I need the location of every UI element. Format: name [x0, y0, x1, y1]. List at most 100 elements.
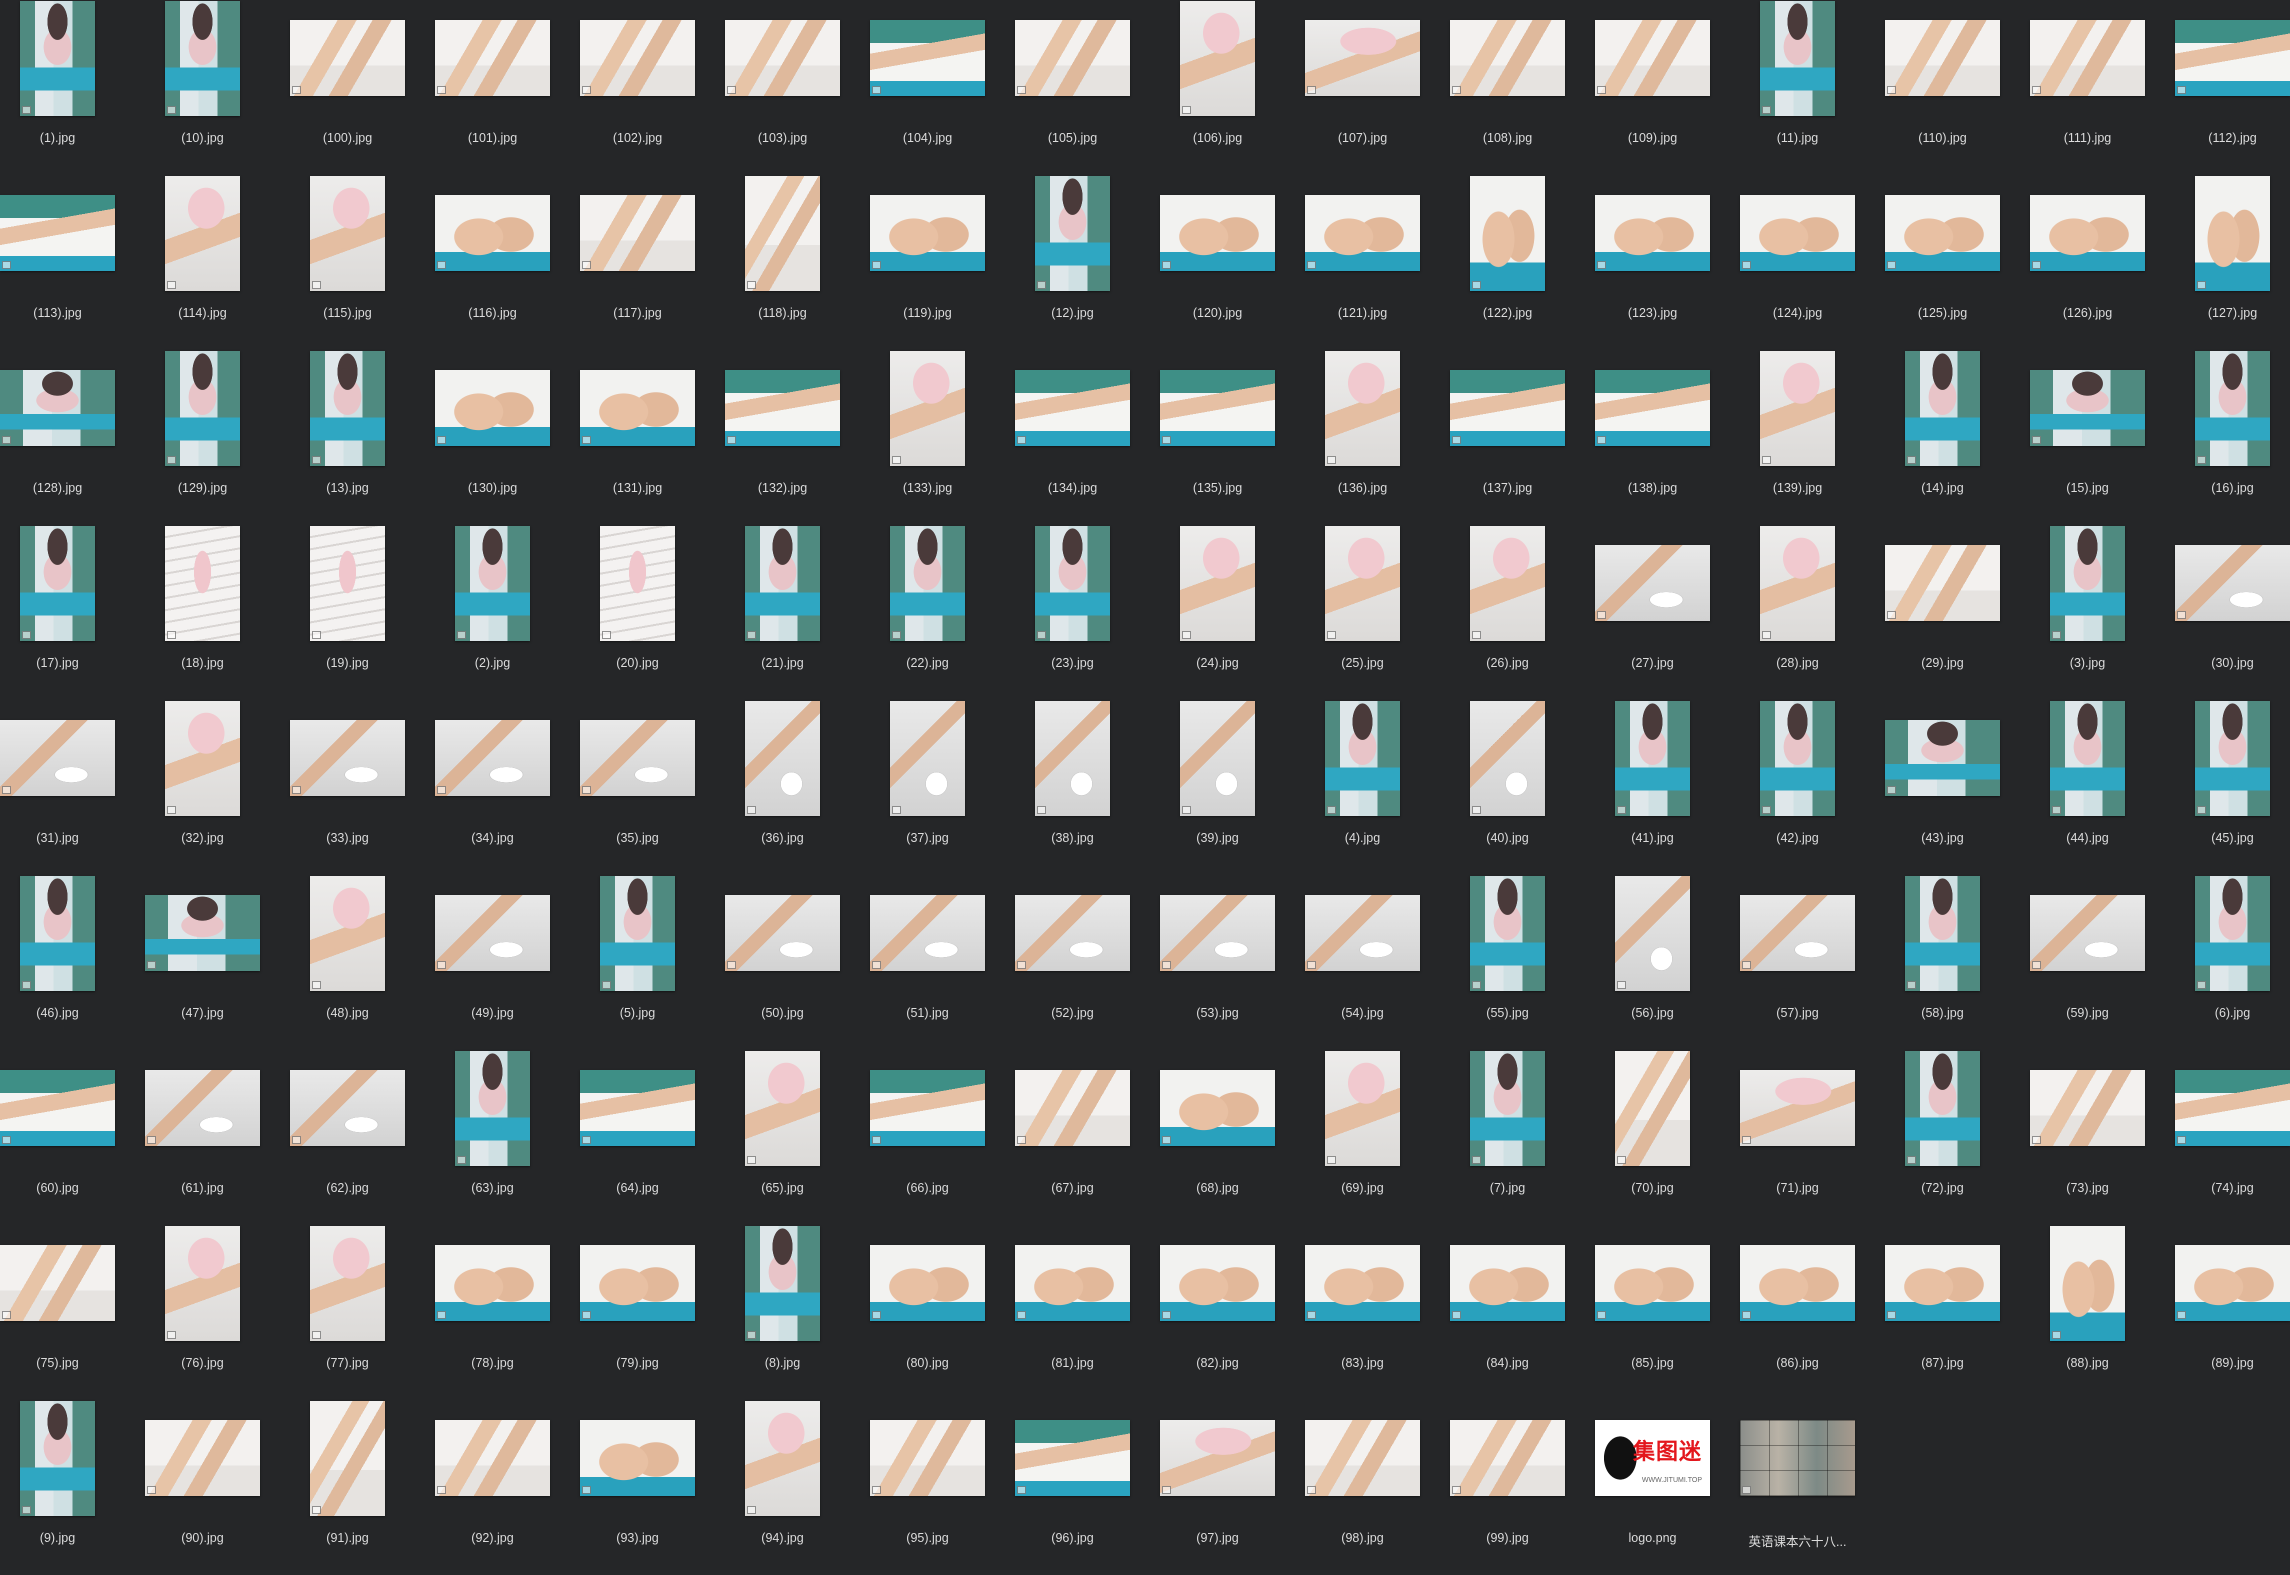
file-thumbnail[interactable]	[2195, 350, 2270, 466]
file-thumbnail[interactable]	[1615, 875, 1690, 991]
file-thumbnail[interactable]	[1015, 1070, 1130, 1146]
file-item[interactable]: (111).jpg	[2015, 0, 2160, 175]
file-thumbnail[interactable]	[165, 350, 240, 466]
file-item[interactable]: (87).jpg	[1870, 1225, 2015, 1400]
file-thumbnail[interactable]	[1015, 370, 1130, 446]
file-item[interactable]: (30).jpg	[2160, 525, 2290, 700]
file-thumbnail[interactable]	[435, 195, 550, 271]
file-thumbnail[interactable]	[20, 0, 95, 116]
file-item[interactable]: (38).jpg	[1000, 700, 1145, 875]
file-item[interactable]: (108).jpg	[1435, 0, 1580, 175]
file-item[interactable]: (32).jpg	[130, 700, 275, 875]
file-thumbnail[interactable]	[1160, 1070, 1275, 1146]
file-thumbnail[interactable]	[290, 20, 405, 96]
file-item[interactable]: (101).jpg	[420, 0, 565, 175]
file-thumbnail[interactable]	[2195, 700, 2270, 816]
file-thumbnail[interactable]	[1740, 1420, 1855, 1496]
file-thumbnail[interactable]	[1905, 350, 1980, 466]
file-thumbnail[interactable]	[1180, 0, 1255, 116]
file-thumbnail[interactable]	[2195, 175, 2270, 291]
file-item[interactable]: (54).jpg	[1290, 875, 1435, 1050]
file-thumbnail[interactable]	[1160, 1245, 1275, 1321]
file-thumbnail[interactable]	[580, 1070, 695, 1146]
file-thumbnail[interactable]	[1885, 720, 2000, 796]
file-thumbnail[interactable]	[2030, 370, 2145, 446]
file-thumbnail[interactable]	[310, 350, 385, 466]
file-item[interactable]: (75).jpg	[0, 1225, 130, 1400]
file-thumbnail[interactable]	[1905, 875, 1980, 991]
file-thumbnail[interactable]	[145, 1070, 260, 1146]
file-thumbnail[interactable]	[1180, 525, 1255, 641]
file-item[interactable]: (6).jpg	[2160, 875, 2290, 1050]
file-thumbnail[interactable]	[580, 720, 695, 796]
file-item[interactable]: (66).jpg	[855, 1050, 1000, 1225]
file-thumbnail[interactable]	[600, 525, 675, 641]
file-thumbnail[interactable]	[0, 195, 115, 271]
file-thumbnail[interactable]	[2030, 895, 2145, 971]
file-item[interactable]: (70).jpg	[1580, 1050, 1725, 1225]
file-thumbnail[interactable]	[1160, 895, 1275, 971]
file-item[interactable]: (51).jpg	[855, 875, 1000, 1050]
file-item[interactable]: (22).jpg	[855, 525, 1000, 700]
file-item[interactable]: (132).jpg	[710, 350, 855, 525]
file-item[interactable]: (83).jpg	[1290, 1225, 1435, 1400]
file-item[interactable]: (86).jpg	[1725, 1225, 1870, 1400]
file-thumbnail[interactable]	[1450, 20, 1565, 96]
file-item[interactable]: (113).jpg	[0, 175, 130, 350]
file-thumbnail[interactable]	[1325, 350, 1400, 466]
file-item[interactable]: (109).jpg	[1580, 0, 1725, 175]
file-thumbnail[interactable]	[2030, 1070, 2145, 1146]
file-item[interactable]: 集图迷 WWW.JITUMI.TOP logo.png	[1580, 1400, 1725, 1575]
file-item[interactable]: (33).jpg	[275, 700, 420, 875]
file-thumbnail[interactable]	[0, 1245, 115, 1321]
file-thumbnail[interactable]	[580, 1420, 695, 1496]
file-thumbnail[interactable]	[1160, 195, 1275, 271]
file-item[interactable]: (52).jpg	[1000, 875, 1145, 1050]
file-thumbnail[interactable]	[310, 1400, 385, 1516]
file-item[interactable]: (110).jpg	[1870, 0, 2015, 175]
file-item[interactable]: (26).jpg	[1435, 525, 1580, 700]
file-item[interactable]: (130).jpg	[420, 350, 565, 525]
file-thumbnail[interactable]	[1305, 195, 1420, 271]
file-item[interactable]: (40).jpg	[1435, 700, 1580, 875]
file-thumbnail[interactable]	[890, 700, 965, 816]
file-item[interactable]: (103).jpg	[710, 0, 855, 175]
file-item[interactable]: (65).jpg	[710, 1050, 855, 1225]
file-item[interactable]: (104).jpg	[855, 0, 1000, 175]
file-item[interactable]: (36).jpg	[710, 700, 855, 875]
file-item[interactable]: (60).jpg	[0, 1050, 130, 1225]
file-item[interactable]: (8).jpg	[710, 1225, 855, 1400]
file-thumbnail[interactable]	[435, 370, 550, 446]
file-item[interactable]: (39).jpg	[1145, 700, 1290, 875]
file-item[interactable]: (89).jpg	[2160, 1225, 2290, 1400]
file-item[interactable]: (117).jpg	[565, 175, 710, 350]
file-thumbnail[interactable]	[455, 525, 530, 641]
file-thumbnail[interactable]	[310, 525, 385, 641]
file-item[interactable]: (76).jpg	[130, 1225, 275, 1400]
file-item[interactable]: (138).jpg	[1580, 350, 1725, 525]
file-thumbnail[interactable]	[145, 895, 260, 971]
file-thumbnail[interactable]	[1595, 20, 1710, 96]
file-thumbnail[interactable]	[310, 175, 385, 291]
file-thumbnail[interactable]	[455, 1050, 530, 1166]
file-thumbnail[interactable]	[1035, 700, 1110, 816]
file-item[interactable]: (37).jpg	[855, 700, 1000, 875]
file-item[interactable]: (102).jpg	[565, 0, 710, 175]
file-item[interactable]: (88).jpg	[2015, 1225, 2160, 1400]
file-item[interactable]: (85).jpg	[1580, 1225, 1725, 1400]
file-thumbnail[interactable]	[580, 370, 695, 446]
file-thumbnail[interactable]	[1885, 545, 2000, 621]
file-item[interactable]: (42).jpg	[1725, 700, 1870, 875]
file-thumbnail[interactable]	[435, 895, 550, 971]
file-item[interactable]: (126).jpg	[2015, 175, 2160, 350]
file-thumbnail[interactable]	[2030, 195, 2145, 271]
file-item[interactable]: (135).jpg	[1145, 350, 1290, 525]
file-item[interactable]: (81).jpg	[1000, 1225, 1145, 1400]
file-thumbnail[interactable]	[165, 1225, 240, 1341]
file-item[interactable]: (121).jpg	[1290, 175, 1435, 350]
file-thumbnail[interactable]	[890, 525, 965, 641]
file-thumbnail[interactable]	[580, 195, 695, 271]
file-thumbnail[interactable]	[1760, 700, 1835, 816]
file-item[interactable]: (128).jpg	[0, 350, 130, 525]
file-item[interactable]: (27).jpg	[1580, 525, 1725, 700]
